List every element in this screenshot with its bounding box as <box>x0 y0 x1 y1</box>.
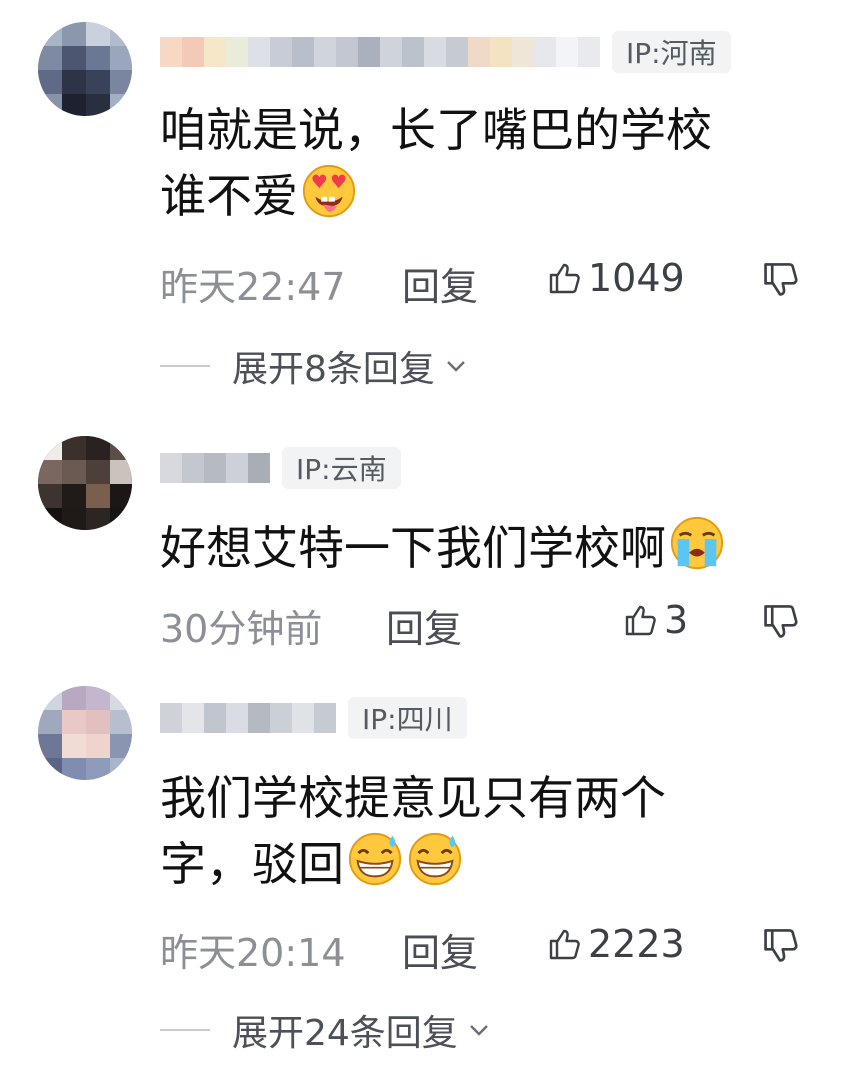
avatar[interactable] <box>38 686 132 780</box>
grinning-sweat-emoji-icon <box>348 832 402 886</box>
ip-location-badge: IP:四川 <box>348 697 467 739</box>
like-button[interactable]: 3 <box>622 598 688 642</box>
like-count: 3 <box>664 598 689 642</box>
comment-meta: 昨天20:14 回复 2223 <box>160 922 800 975</box>
reply-button[interactable]: 回复 <box>386 598 462 653</box>
thumbs-up-icon <box>549 929 580 960</box>
thumbs-up-icon <box>625 605 656 636</box>
timestamp: 昨天22:47 <box>160 265 346 309</box>
loudly-crying-emoji-icon <box>670 516 724 570</box>
expand-replies-button[interactable]: 展开24条回复 <box>160 1004 492 1056</box>
comment-header: IP:云南 <box>160 446 401 490</box>
like-count: 1049 <box>588 256 685 300</box>
like-count: 2223 <box>588 922 685 966</box>
username-blurred[interactable] <box>160 451 270 485</box>
comment-header: IP:四川 <box>160 696 467 740</box>
comment-text-content: 咱就是说，长了嘴巴的学校 谁不爱 <box>160 103 712 223</box>
timestamp: 昨天20:14 <box>160 931 346 975</box>
username-blurred[interactable] <box>160 701 336 735</box>
like-button[interactable]: 2223 <box>546 922 685 966</box>
expand-replies-label: 展开8条回复 <box>232 349 435 390</box>
chevron-down-icon <box>447 361 465 372</box>
comment-text-content: 好想艾特一下我们学校啊 <box>160 521 666 575</box>
thumbs-down-icon[interactable] <box>760 926 800 966</box>
username-blurred[interactable] <box>160 35 600 69</box>
thumbs-up-icon <box>549 263 580 294</box>
comment-text: 好想艾特一下我们学校啊 <box>160 514 726 580</box>
divider-line <box>160 365 210 367</box>
avatar[interactable] <box>38 436 132 530</box>
comment-text: 咱就是说，长了嘴巴的学校 谁不爱 <box>160 98 712 228</box>
ip-location-badge: IP:云南 <box>282 447 401 489</box>
comment-header: IP:河南 <box>160 30 731 74</box>
like-button[interactable]: 1049 <box>546 256 685 300</box>
avatar[interactable] <box>38 22 132 116</box>
expand-replies-label: 展开24条回复 <box>232 1013 458 1054</box>
reply-button[interactable]: 回复 <box>402 922 478 977</box>
thumbs-down-icon[interactable] <box>760 260 800 300</box>
tongue-heart-eyes-emoji-icon <box>302 164 356 218</box>
expand-replies-button[interactable]: 展开8条回复 <box>160 340 469 392</box>
comment-text: 我们学校提意见只有两个 字，驳回 <box>160 766 666 896</box>
grinning-sweat-emoji-icon <box>408 832 462 886</box>
comment-meta: 30分钟前 回复 3 <box>160 598 800 651</box>
divider-line <box>160 1029 210 1031</box>
thumbs-down-icon[interactable] <box>760 602 800 642</box>
ip-location-badge: IP:河南 <box>612 31 731 73</box>
chevron-down-icon <box>469 1025 488 1036</box>
reply-button[interactable]: 回复 <box>402 256 478 311</box>
timestamp: 30分钟前 <box>160 607 323 651</box>
comment-meta: 昨天22:47 回复 1049 <box>160 256 800 309</box>
